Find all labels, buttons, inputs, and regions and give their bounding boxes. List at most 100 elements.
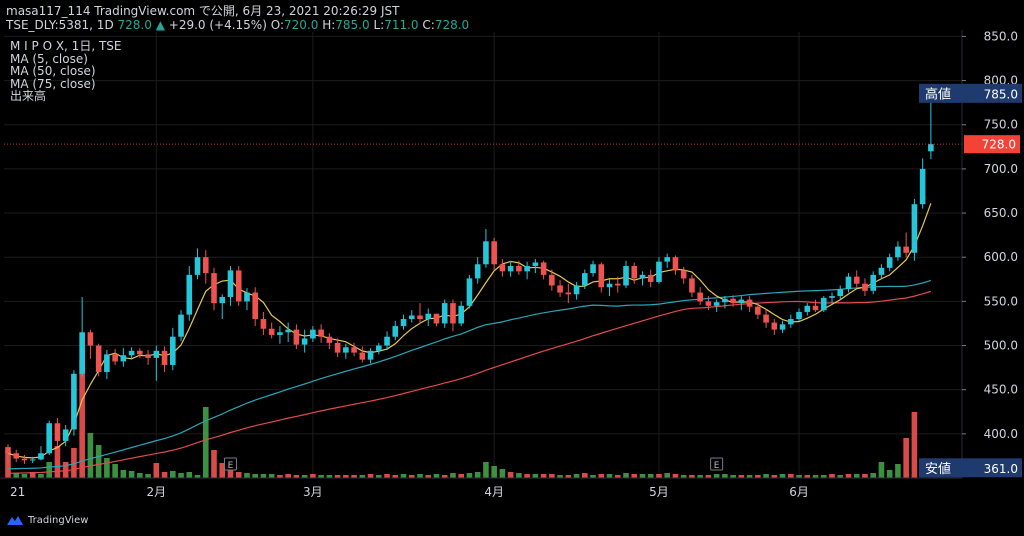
price-axis-label: 450.0 <box>984 383 1018 397</box>
time-axis-label: 3月 <box>303 485 323 499</box>
candle-body <box>837 289 844 297</box>
tradingview-branding[interactable]: TradingView <box>6 514 88 526</box>
candle-body <box>128 350 135 356</box>
candle-body <box>178 314 184 337</box>
volume-bar <box>458 474 464 478</box>
volume-bar <box>549 474 555 478</box>
volume-bar <box>95 445 102 478</box>
candle-body <box>713 302 720 306</box>
volume-bar <box>112 464 118 478</box>
candle-body <box>285 329 291 333</box>
marker-label: 安値 <box>925 461 951 477</box>
candle-body <box>227 270 234 297</box>
candle-body <box>532 262 539 267</box>
candle-body <box>483 241 489 265</box>
time-axis-label: 4月 <box>484 485 504 499</box>
volume-bar <box>499 469 506 478</box>
volume-bar <box>474 472 481 478</box>
candle-body <box>359 352 366 360</box>
earnings-flag-label: E <box>228 461 234 471</box>
candle-body <box>862 283 868 291</box>
volume-bar <box>532 474 539 478</box>
candle-body <box>763 314 769 323</box>
candle-body <box>582 273 588 286</box>
legend-title[interactable]: M I P O X, 1日, TSE <box>10 40 121 53</box>
candle-body <box>87 332 94 346</box>
candle-body <box>812 305 819 311</box>
volume-bar <box>145 474 151 478</box>
chart-header-line2: TSE_DLY:5381, 1D 728.0 ▲ +29.0 (+4.15%) … <box>6 18 470 32</box>
volume-bar <box>540 474 547 478</box>
candle-body <box>573 285 580 295</box>
marker-value: 361.0 <box>984 462 1018 476</box>
candle-body <box>788 319 794 325</box>
candle-body <box>244 292 250 302</box>
volume-bar <box>870 473 876 478</box>
candle-body <box>268 328 275 335</box>
candle-body <box>614 283 621 286</box>
candle-body <box>895 246 901 258</box>
candle-body <box>112 354 118 362</box>
candle-body <box>557 285 563 293</box>
candle-body <box>277 332 283 335</box>
candle-body <box>13 453 20 459</box>
volume-bar <box>400 474 407 478</box>
candle-body <box>408 315 415 320</box>
volume-bar <box>367 474 374 478</box>
candle-body <box>499 264 506 272</box>
price-axis-label: 650.0 <box>984 206 1018 220</box>
candle-body <box>919 168 926 205</box>
candle-body <box>491 241 497 265</box>
volume-bar <box>507 472 514 478</box>
candle-body <box>738 299 745 304</box>
candle-body <box>425 313 432 320</box>
volume-bar <box>656 474 662 478</box>
volume-bar <box>384 474 390 478</box>
price-chart[interactable]: E E 400.0 450.0 500.0 550.0 600.0 650.0 700.0 750… <box>0 0 1024 536</box>
volume-bar <box>582 473 588 478</box>
volume-bar <box>878 462 885 478</box>
candle-body <box>623 266 629 286</box>
low-value: 711.0 <box>384 18 419 32</box>
indicator-legend: M I P O X, 1日, TSE MA (5, close) MA (50,… <box>10 40 121 103</box>
candle-body <box>235 270 242 302</box>
price-axis-label: 600.0 <box>984 250 1018 264</box>
change-arrow-icon: ▲ <box>155 18 165 32</box>
volume-bar <box>170 471 176 478</box>
volume-bar <box>153 463 160 478</box>
candle-body <box>95 345 102 373</box>
price-axis-label: 400.0 <box>984 427 1018 441</box>
candle-body <box>38 453 44 460</box>
volume-bar <box>54 446 61 478</box>
legend-ma50[interactable]: MA (50, close) <box>10 65 121 78</box>
candle-body <box>771 322 778 330</box>
candle-body <box>351 347 357 353</box>
candle-body <box>705 301 712 306</box>
candle-body <box>260 319 267 329</box>
volume-bar <box>647 474 654 478</box>
volume-bar <box>466 473 473 478</box>
volume-bar <box>87 433 94 478</box>
earnings-flag-label: E <box>714 461 720 471</box>
candle-body <box>689 278 695 293</box>
candle-body <box>466 278 473 306</box>
candle-body <box>343 347 349 353</box>
symbol-label: TSE_DLY:5381, 1D <box>6 18 114 32</box>
candle-body <box>170 336 176 365</box>
candle-body <box>820 297 827 311</box>
candle-body <box>639 274 646 279</box>
candle-body <box>400 319 407 327</box>
candle-body <box>384 336 390 346</box>
legend-volume[interactable]: 出来高 <box>10 90 121 103</box>
candle-body <box>779 324 786 330</box>
candle-body <box>433 313 440 324</box>
volume-bar <box>38 474 44 478</box>
candle-body <box>565 292 572 295</box>
candle-body <box>194 257 201 275</box>
candle-body <box>458 305 464 324</box>
candle-body <box>293 329 300 345</box>
volume-bar <box>186 472 193 478</box>
candle-body <box>392 326 399 337</box>
volume-bar <box>606 474 613 478</box>
candle-body <box>590 264 596 274</box>
